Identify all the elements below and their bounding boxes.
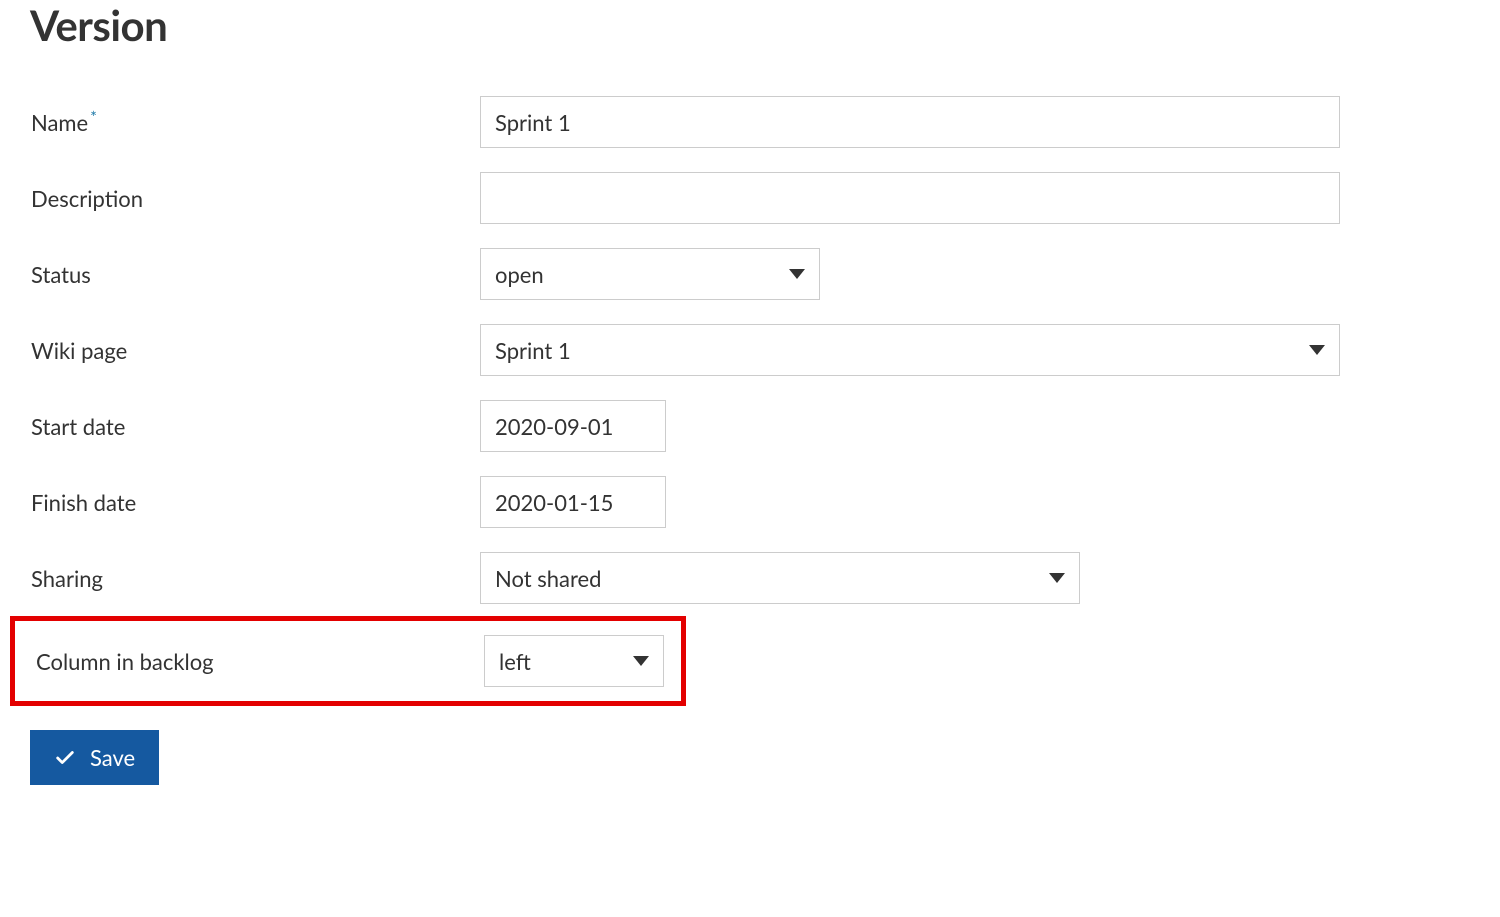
label-finish-date: Finish date	[31, 489, 136, 516]
label-column-backlog: Column in backlog	[36, 648, 214, 675]
label-sharing: Sharing	[31, 565, 103, 592]
row-finish-date: Finish date	[30, 464, 1470, 540]
label-status: Status	[31, 261, 91, 288]
save-button[interactable]: Save	[30, 730, 159, 785]
label-name: Name	[31, 109, 88, 136]
start-date-input[interactable]	[480, 400, 666, 452]
description-input[interactable]	[480, 172, 1340, 224]
sharing-select-value: Not shared	[495, 565, 601, 592]
wiki-page-select-value: Sprint 1	[495, 337, 571, 364]
sharing-select[interactable]: Not shared	[480, 552, 1080, 604]
row-sharing: Sharing Not shared	[30, 540, 1470, 616]
label-start-date: Start date	[31, 413, 125, 440]
page-title: Version	[30, 0, 1470, 50]
caret-down-icon	[1049, 573, 1065, 583]
row-start-date: Start date	[30, 388, 1470, 464]
caret-down-icon	[789, 269, 805, 279]
label-wiki-page: Wiki page	[31, 337, 127, 364]
caret-down-icon	[1309, 345, 1325, 355]
wiki-page-select[interactable]: Sprint 1	[480, 324, 1340, 376]
caret-down-icon	[633, 656, 649, 666]
column-backlog-select[interactable]: left	[484, 635, 664, 687]
name-input[interactable]	[480, 96, 1340, 148]
status-select-value: open	[495, 261, 544, 288]
row-column-backlog: Column in backlog left	[10, 616, 686, 706]
status-select[interactable]: open	[480, 248, 820, 300]
finish-date-input[interactable]	[480, 476, 666, 528]
label-description: Description	[31, 185, 143, 212]
required-indicator: *	[90, 108, 97, 127]
row-description: Description	[30, 160, 1470, 236]
row-name: Name*	[30, 84, 1470, 160]
row-wiki-page: Wiki page Sprint 1	[30, 312, 1470, 388]
save-button-label: Save	[90, 744, 135, 771]
column-backlog-select-value: left	[499, 648, 531, 675]
check-icon	[54, 747, 76, 769]
row-status: Status open	[30, 236, 1470, 312]
